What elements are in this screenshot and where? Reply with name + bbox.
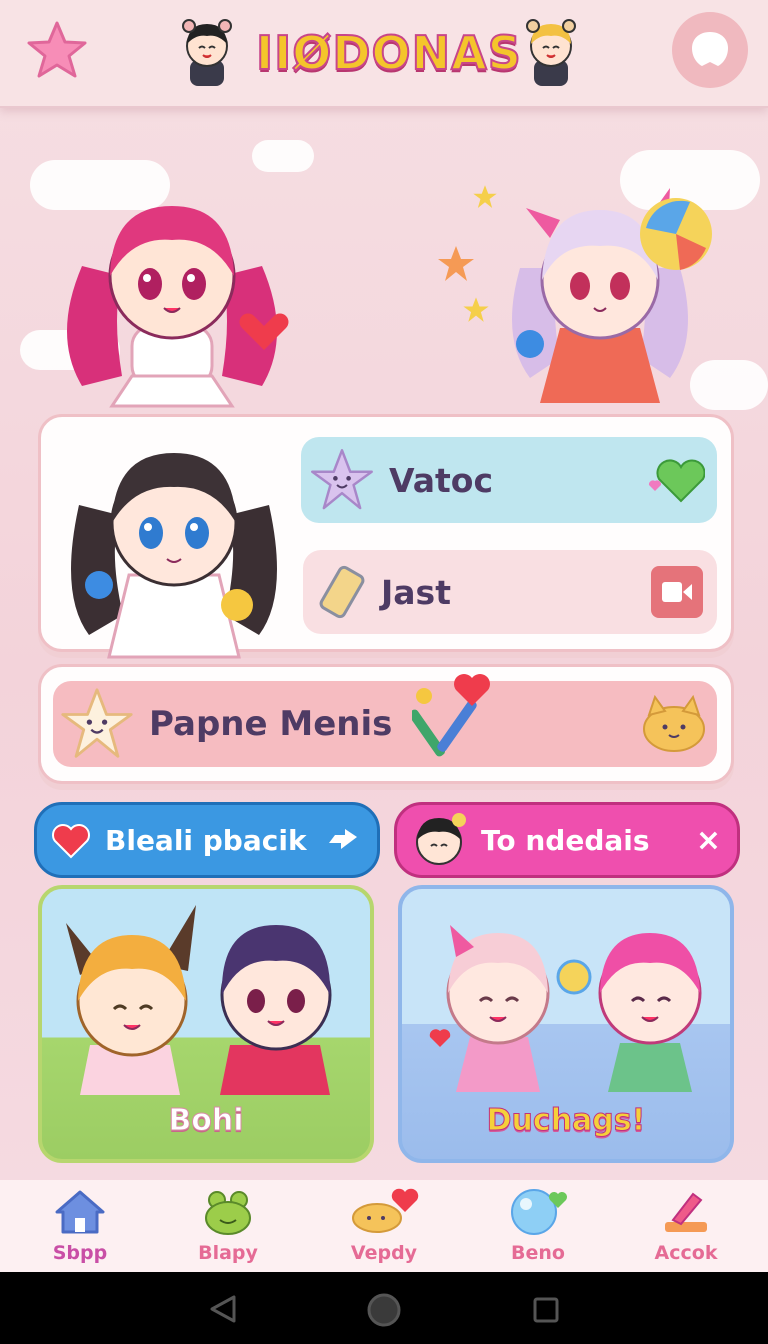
- cloud: [252, 140, 314, 172]
- cat-heart-icon: [352, 1188, 419, 1233]
- phone-icon: [319, 565, 365, 619]
- chat-bubble-icon: [692, 32, 728, 66]
- video-button[interactable]: [651, 566, 703, 618]
- nav-label: Blapy: [198, 1242, 258, 1264]
- nav-item-blapy[interactable]: Blapy: [158, 1188, 298, 1280]
- nav-label: Accok: [654, 1242, 718, 1264]
- system-nav-bar: [0, 1272, 768, 1344]
- tab-label: Bleali pbacik: [105, 823, 307, 857]
- arrow-icon: [329, 829, 357, 849]
- star-decoration: [438, 246, 474, 281]
- nav-item-vepdy[interactable]: Vepdy: [314, 1188, 454, 1280]
- star-face-icon: [61, 688, 133, 758]
- chibi-duo-illustration: [429, 925, 702, 1092]
- tile-label: Bohi: [168, 1103, 244, 1139]
- nav-label: Vepdy: [350, 1242, 418, 1264]
- star-decoration: [473, 185, 497, 209]
- back-icon[interactable]: [208, 1294, 238, 1324]
- house-icon: [55, 1190, 105, 1234]
- app-header: IIØDONAS: [0, 0, 768, 108]
- chibi-dark-hair-girl-icon: [71, 453, 277, 659]
- bubble-icon: [511, 1189, 567, 1235]
- banner-card: Papne Menis: [38, 664, 734, 784]
- star-icon[interactable]: [26, 20, 88, 82]
- menu-card: Vatoc Jast: [38, 414, 734, 659]
- frog-icon: [205, 1191, 251, 1235]
- chibi-pink-twintails-icon: [67, 206, 289, 408]
- menu-item-label: Jast: [381, 572, 451, 612]
- bohi-tile[interactable]: Bohi: [38, 885, 374, 1163]
- menu-item-jast[interactable]: Jast: [303, 550, 717, 634]
- recents-icon[interactable]: [532, 1296, 560, 1324]
- chibi-girl-icon: [526, 19, 576, 86]
- nav-item-sbpp[interactable]: Sbpp: [10, 1188, 150, 1280]
- avatar-icon: [416, 813, 466, 865]
- menu-item-vatoc[interactable]: Vatoc: [301, 437, 717, 523]
- cat-face-icon: [643, 694, 705, 752]
- green-heart-icon: [648, 459, 705, 503]
- chibi-lavender-girl-icon: [512, 188, 712, 403]
- bottom-nav: Sbpp Blapy Vepdy Beno Accok: [0, 1180, 768, 1272]
- app-logo: IIØDONAS: [255, 25, 522, 81]
- heart-icon: [52, 824, 90, 859]
- bleali-pbacik-button[interactable]: Bleali pbacik: [34, 802, 380, 878]
- profile-button[interactable]: [672, 12, 748, 88]
- smiling-star-icon: [311, 449, 373, 510]
- home-icon[interactable]: [366, 1292, 402, 1328]
- video-icon: [662, 582, 692, 602]
- tile-label: Duchags!: [486, 1103, 646, 1139]
- menu-item-label: Vatoc: [389, 460, 494, 500]
- star-decoration: [463, 297, 489, 322]
- banner-label: Papne Menis: [149, 704, 393, 744]
- duchags-tile[interactable]: Duchags!: [398, 885, 734, 1163]
- nav-item-beno[interactable]: Beno: [468, 1188, 608, 1280]
- nav-label: Sbpp: [52, 1242, 108, 1264]
- to-ndedais-button[interactable]: To ndedais ×: [394, 802, 740, 878]
- chibi-duo-illustration: [66, 905, 332, 1095]
- papne-menis-button[interactable]: Papne Menis: [53, 674, 717, 767]
- close-icon[interactable]: ×: [696, 823, 721, 858]
- nav-item-accok[interactable]: Accok: [616, 1188, 756, 1280]
- chibi-boy-icon: [182, 19, 232, 86]
- tab-label: To ndedais: [481, 823, 650, 857]
- utensils-heart-icon: [412, 674, 491, 757]
- pencil-icon: [665, 1192, 707, 1232]
- nav-label: Beno: [511, 1242, 565, 1264]
